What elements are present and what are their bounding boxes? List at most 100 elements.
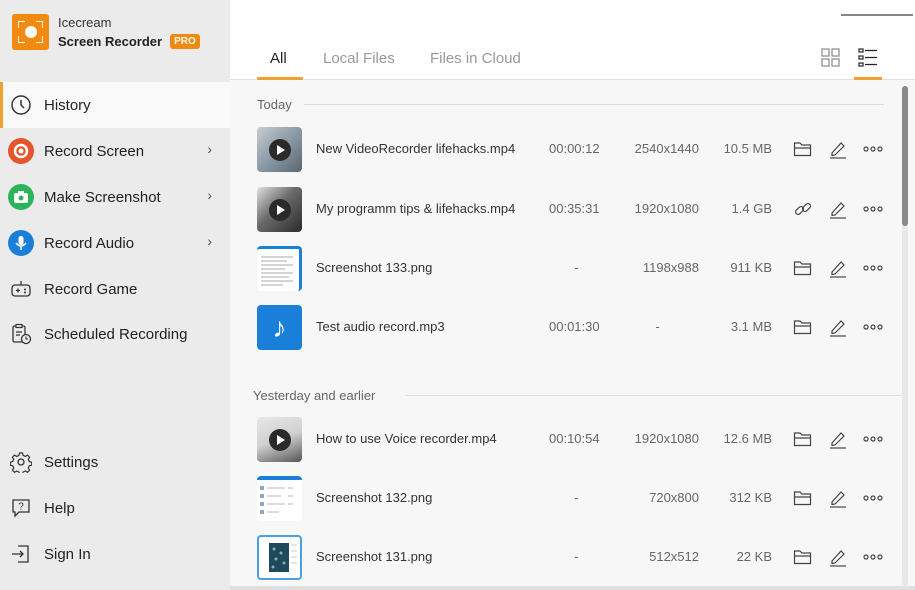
file-duration: -	[574, 260, 579, 275]
sidebar-item-settings[interactable]: Settings	[0, 439, 230, 485]
section-divider	[303, 104, 884, 105]
more-icon	[863, 265, 883, 271]
open-folder-button[interactable]	[792, 316, 814, 338]
file-resolution: 1920x1080	[634, 431, 699, 446]
file-row[interactable]: Screenshot 131.png - 512x512 22 KB	[230, 529, 890, 587]
section-divider	[405, 395, 904, 396]
list-view-button[interactable]	[857, 47, 879, 69]
open-folder-button[interactable]	[792, 428, 814, 450]
sign-in-icon	[8, 541, 34, 567]
file-size: 312 KB	[729, 490, 772, 505]
edit-button[interactable]	[827, 198, 849, 220]
file-row[interactable]: ♪ Test audio record.mp3 00:01:30 - 3.1 M…	[230, 299, 890, 357]
open-folder-button[interactable]	[792, 487, 814, 509]
sidebar-item-history[interactable]: History	[0, 82, 230, 128]
more-options-button[interactable]	[862, 198, 884, 220]
sidebar-item-record-screen[interactable]: Record Screen ›	[0, 128, 230, 174]
file-duration: 00:35:31	[549, 201, 600, 216]
file-resolution: 1198x988	[642, 260, 699, 275]
file-thumbnail: ♪	[257, 305, 302, 350]
edit-button[interactable]	[827, 487, 849, 509]
pencil-icon	[830, 320, 846, 337]
section-title: Today	[257, 97, 292, 112]
pencil-icon	[830, 202, 846, 219]
pro-badge: PRO	[170, 34, 200, 49]
file-row[interactable]: New VideoRecorder lifehacks.mp4 00:00:12…	[230, 121, 890, 179]
file-resolution: 2540x1440	[634, 141, 699, 156]
chevron-right-icon: ›	[207, 187, 212, 203]
file-row[interactable]: Screenshot 132.png - 720x800 312 KB	[230, 470, 890, 528]
chevron-right-icon: ›	[207, 233, 212, 249]
more-options-button[interactable]	[862, 316, 884, 338]
clock-icon	[8, 92, 34, 118]
sidebar-item-label: Make Screenshot	[44, 188, 161, 206]
file-size: 12.6 MB	[723, 431, 772, 446]
pencil-icon	[830, 491, 846, 508]
pencil-icon	[830, 261, 846, 278]
edit-button[interactable]	[827, 546, 849, 568]
file-size: 3.1 MB	[730, 319, 772, 334]
file-thumbnail	[257, 476, 302, 521]
sidebar-item-label: Help	[44, 499, 75, 517]
active-view-indicator	[854, 77, 882, 80]
copy-link-button[interactable]	[792, 198, 814, 220]
file-size: 1.4 GB	[731, 201, 772, 216]
sidebar: Icecream Screen Recorder PRO History Reco…	[0, 0, 230, 590]
sidebar-item-record-game[interactable]: Record Game	[0, 266, 230, 312]
file-name: Screenshot 132.png	[316, 490, 433, 505]
sidebar-item-label: Sign In	[44, 545, 91, 563]
grid-view-button[interactable]	[820, 47, 842, 69]
folder-icon	[793, 432, 812, 447]
sidebar-item-make-screenshot[interactable]: Make Screenshot ›	[0, 174, 230, 220]
file-thumbnail	[257, 535, 302, 580]
edit-button[interactable]	[827, 316, 849, 338]
section-header-today: Today	[257, 97, 884, 112]
grid-view-icon	[821, 48, 840, 67]
open-folder-button[interactable]	[792, 546, 814, 568]
gear-icon	[8, 449, 34, 475]
sidebar-item-record-audio[interactable]: Record Audio ›	[0, 220, 230, 266]
more-icon	[863, 495, 883, 501]
active-tab-indicator	[257, 77, 303, 80]
tab-all[interactable]: All	[270, 50, 287, 67]
record-icon	[8, 138, 34, 164]
more-options-button[interactable]	[862, 428, 884, 450]
file-resolution: -	[655, 319, 660, 334]
open-folder-button[interactable]	[792, 138, 814, 160]
sidebar-item-scheduled-recording[interactable]: Scheduled Recording	[0, 311, 230, 357]
sidebar-item-help[interactable]: ? Help	[0, 485, 230, 531]
microphone-icon	[8, 230, 34, 256]
file-name: My programm tips & lifehacks.mp4	[316, 201, 516, 216]
sidebar-item-label: Record Game	[44, 280, 138, 298]
more-icon	[863, 146, 883, 152]
folder-icon	[793, 261, 812, 276]
tab-local-files[interactable]: Local Files	[323, 50, 395, 67]
more-options-button[interactable]	[862, 487, 884, 509]
more-icon	[863, 324, 883, 330]
file-row[interactable]: My programm tips & lifehacks.mp4 00:35:3…	[230, 181, 890, 239]
edit-button[interactable]	[827, 138, 849, 160]
sidebar-item-label: Record Screen	[44, 142, 145, 160]
more-options-button[interactable]	[862, 546, 884, 568]
section-header-earlier: Yesterday and earlier	[253, 388, 904, 403]
file-resolution: 720x800	[649, 490, 699, 505]
open-folder-button[interactable]	[792, 257, 814, 279]
file-row[interactable]: How to use Voice recorder.mp4 00:10:54 1…	[230, 411, 890, 469]
more-options-button[interactable]	[862, 138, 884, 160]
file-row[interactable]: Screenshot 133.png - 1198x988 911 KB	[230, 240, 890, 298]
sidebar-item-sign-in[interactable]: Sign In	[0, 531, 230, 577]
more-icon	[863, 436, 883, 442]
tab-files-in-cloud[interactable]: Files in Cloud	[430, 50, 521, 67]
sidebar-item-label: Record Audio	[44, 234, 135, 252]
app-logo: Icecream Screen Recorder PRO	[12, 13, 200, 51]
edit-button[interactable]	[827, 428, 849, 450]
edit-button[interactable]	[827, 257, 849, 279]
more-icon	[863, 206, 883, 212]
scrollbar-thumb[interactable]	[902, 86, 908, 226]
more-options-button[interactable]	[862, 257, 884, 279]
sidebar-item-label: Scheduled Recording	[44, 325, 188, 343]
file-duration: 00:00:12	[549, 141, 600, 156]
file-name: Test audio record.mp3	[316, 319, 445, 334]
play-icon	[269, 199, 291, 221]
schedule-icon	[8, 321, 34, 347]
